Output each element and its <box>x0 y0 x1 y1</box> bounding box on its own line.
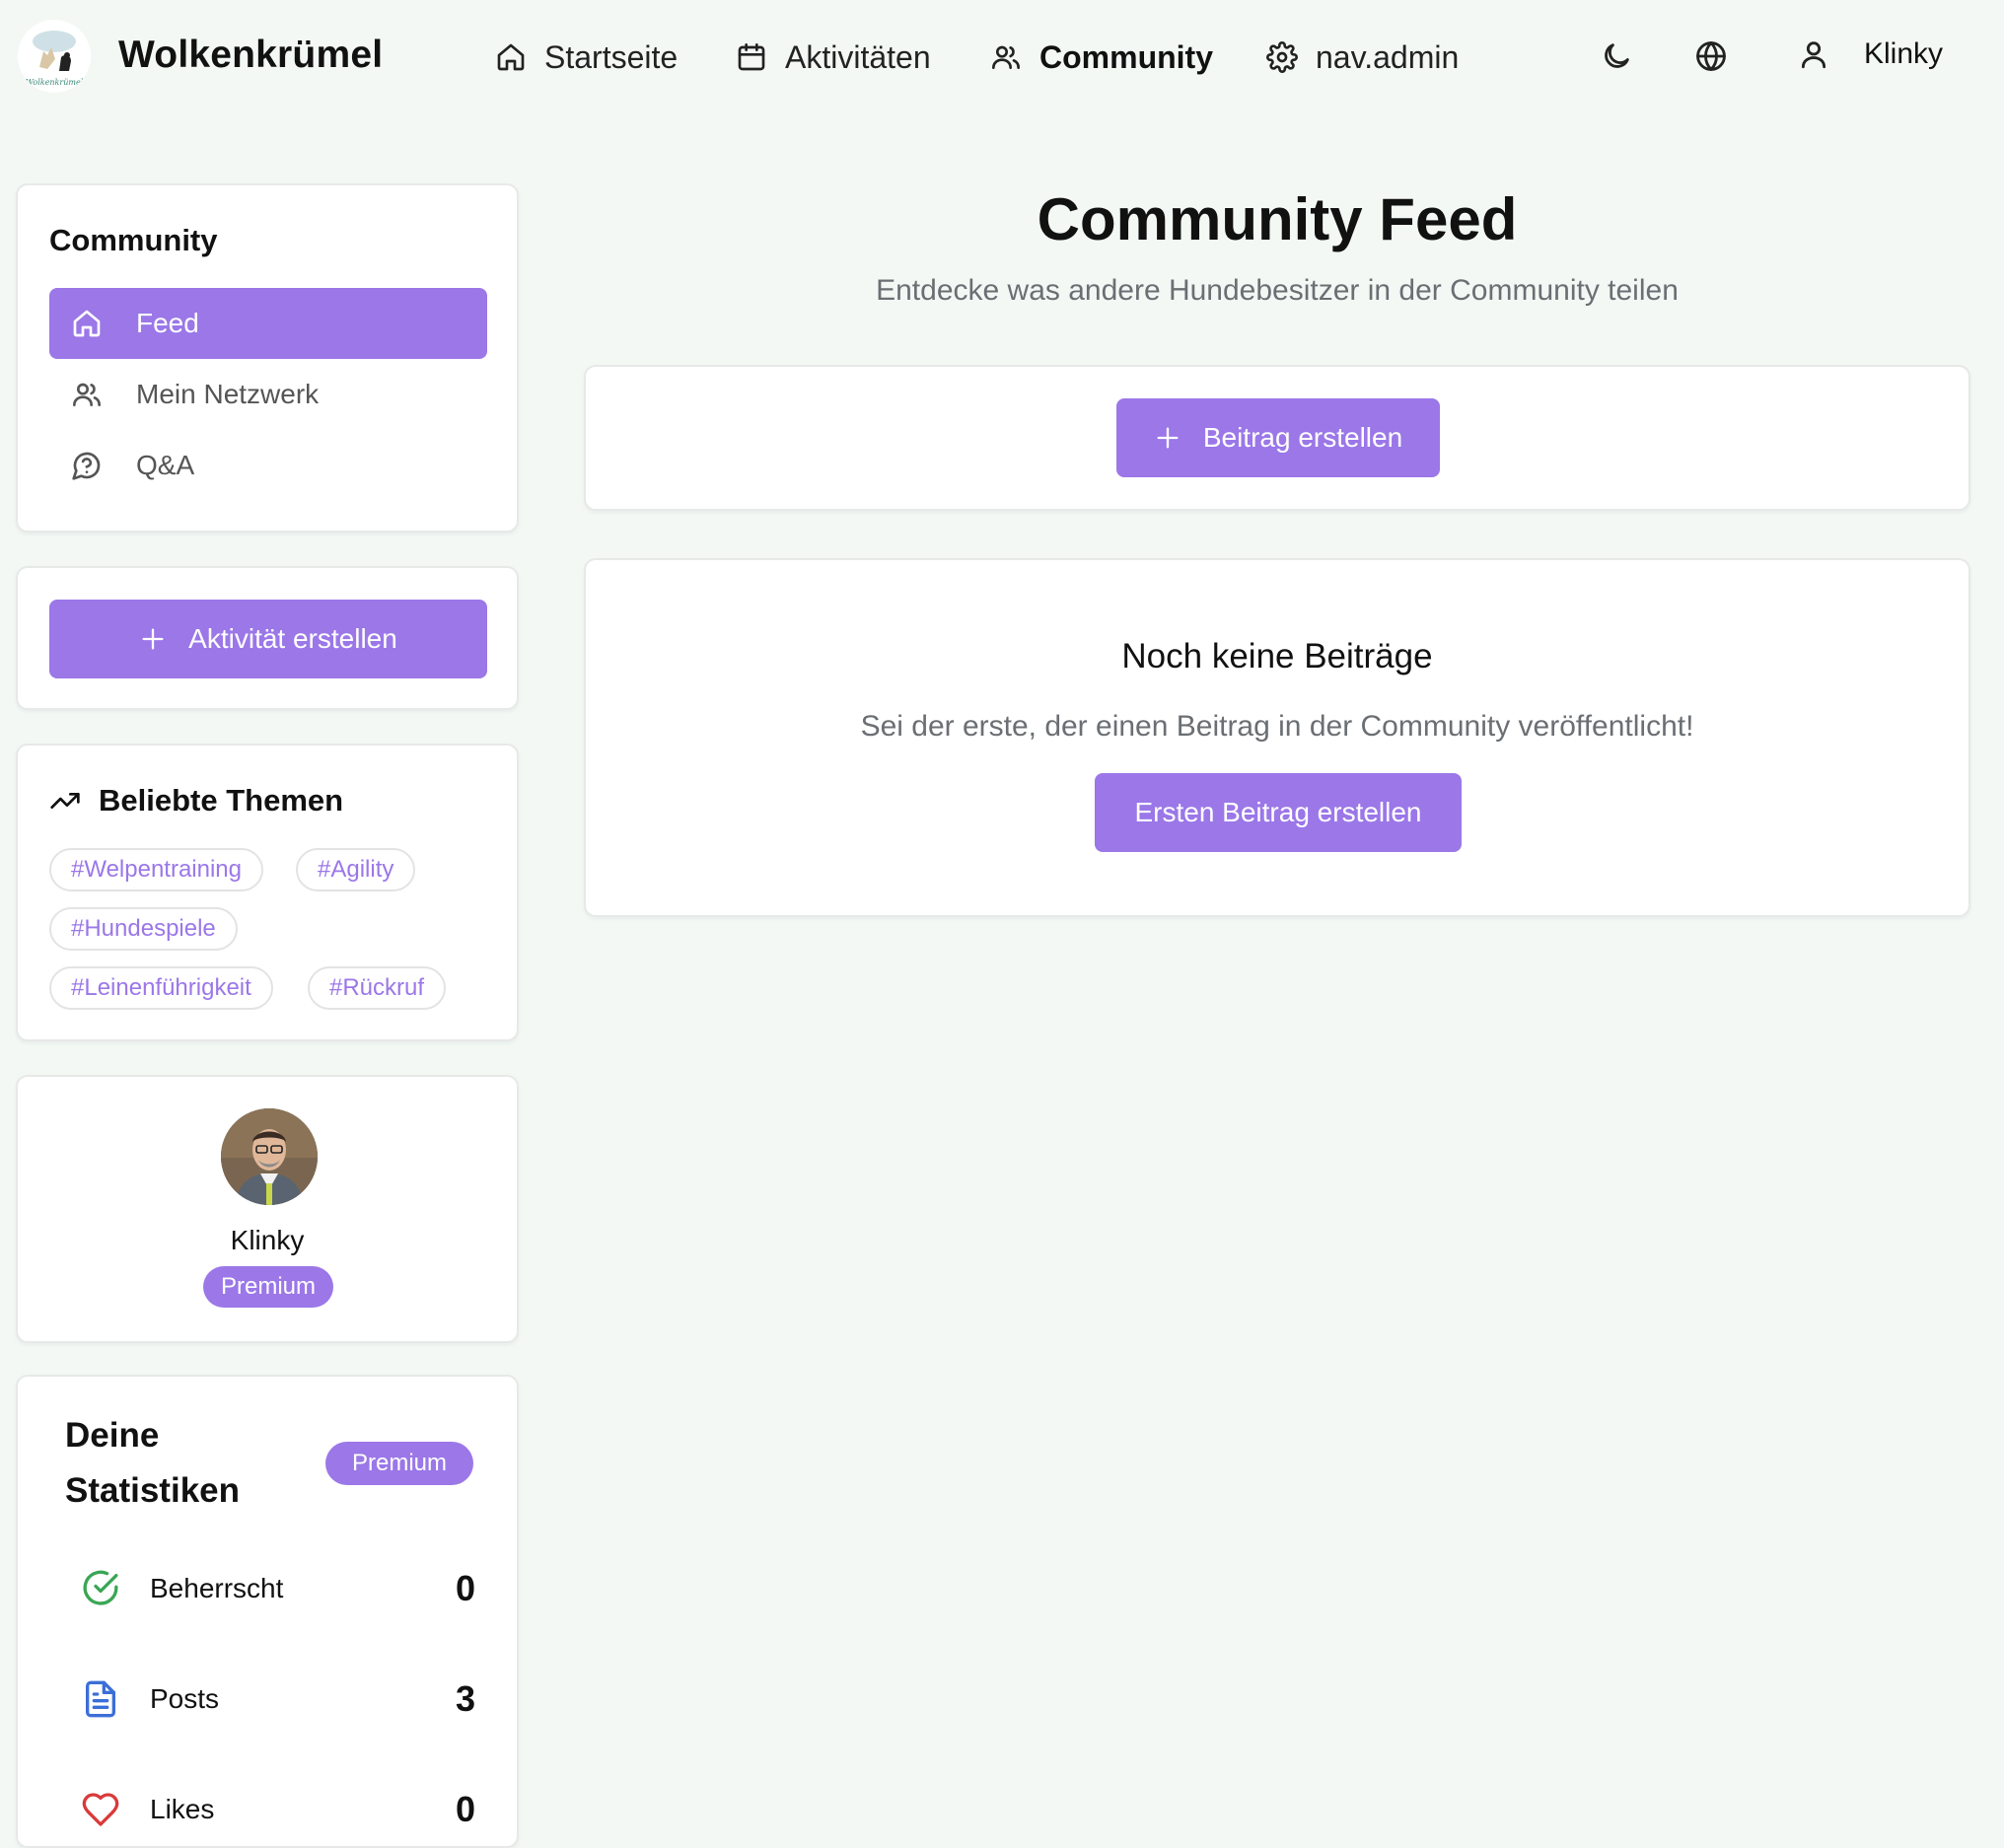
topic-tag[interactable]: #Rückruf <box>308 966 447 1010</box>
stat-label: Posts <box>150 1683 220 1714</box>
community-menu-card: Community Feed Mein Netzwerk Q&A <box>16 183 519 533</box>
stat-value: 3 <box>455 1678 475 1719</box>
sidebar-item-label: Mein Netzwerk <box>136 379 320 409</box>
stat-row-beherrscht: Beherrscht 0 <box>81 1564 475 1613</box>
profile-name: Klinky <box>230 1225 305 1255</box>
logo[interactable]: Wolkenkrümel <box>18 20 91 93</box>
users-icon <box>73 383 101 406</box>
logo-text: Wolkenkrümel <box>26 78 84 87</box>
plus-icon <box>142 628 164 650</box>
users-icon <box>992 45 1020 69</box>
stat-value: 0 <box>455 1568 475 1608</box>
page-subtitle: Entdecke was andere Hundebesitzer in der… <box>876 274 1679 307</box>
avatar-image <box>221 1108 318 1205</box>
user-name: Klinky <box>1864 37 1944 70</box>
top-navigation: Wolkenkrümel Wolkenkrümel Startseite Akt… <box>0 0 2004 116</box>
first-post-label: Ersten Beitrag erstellen <box>1134 797 1422 827</box>
user-icon <box>1801 41 1826 69</box>
premium-badge: Premium <box>203 1266 333 1308</box>
dog-logo-icon: Wolkenkrümel <box>26 31 84 87</box>
empty-state-text: Sei der erste, der einen Beitrag in der … <box>860 710 1694 743</box>
stat-row-likes: Likes 0 <box>81 1785 475 1834</box>
statistics-title-line1: Deine <box>65 1416 160 1455</box>
create-activity-card: Aktivität erstellen <box>16 566 519 710</box>
topic-tag[interactable]: #Welpentraining <box>49 848 264 891</box>
empty-feed-card: Noch keine Beiträge Sei der erste, der e… <box>584 558 1970 917</box>
statistics-title: Deine Statistiken <box>65 1408 240 1519</box>
nav-label: nav.admin <box>1316 38 1460 75</box>
gear-icon <box>1266 41 1298 73</box>
home-icon <box>497 43 525 71</box>
sidebar-item-label: Feed <box>136 308 199 338</box>
message-question-icon <box>72 452 101 480</box>
sidebar-item-label: Q&A <box>136 450 195 480</box>
trending-up-icon <box>50 793 80 809</box>
sidebar-item-mein-netzwerk[interactable]: Mein Netzwerk <box>49 359 487 430</box>
document-icon <box>86 1680 116 1718</box>
avatar[interactable] <box>221 1108 318 1205</box>
stat-value: 0 <box>455 1789 475 1829</box>
moon-icon[interactable] <box>1600 39 1633 73</box>
premium-badge: Premium <box>325 1442 473 1485</box>
nav-label: Aktivitäten <box>785 38 931 75</box>
nav-startseite[interactable]: Startseite <box>495 36 678 79</box>
globe-icon[interactable] <box>1694 39 1728 73</box>
nav-label: Community <box>1039 38 1213 75</box>
check-circle-icon <box>83 1570 118 1605</box>
sidebar-item-feed[interactable]: Feed <box>49 288 487 359</box>
stat-label: Likes <box>150 1794 215 1824</box>
popular-topics-card: Beliebte Themen #Welpentraining #Agility… <box>16 744 519 1041</box>
nav-aktivitaeten[interactable]: Aktivitäten <box>736 36 931 79</box>
topics-title: Beliebte Themen <box>99 783 344 817</box>
create-post-label: Beitrag erstellen <box>1202 422 1403 453</box>
sidebar-item-qa[interactable]: Q&A <box>49 430 487 501</box>
stat-row-posts: Posts 3 <box>81 1674 475 1724</box>
user-menu[interactable]: Klinky <box>1797 37 1943 71</box>
topic-tag[interactable]: #Leinenführigkeit <box>49 966 273 1010</box>
brand-name: Wolkenkrümel <box>118 34 384 76</box>
create-post-button[interactable]: Beitrag erstellen <box>1116 398 1440 477</box>
create-activity-label: Aktivität erstellen <box>188 623 397 654</box>
create-post-card: Beitrag erstellen <box>584 365 1970 511</box>
stat-label: Beherrscht <box>150 1573 284 1603</box>
first-post-button[interactable]: Ersten Beitrag erstellen <box>1095 773 1462 852</box>
create-activity-button[interactable]: Aktivität erstellen <box>49 600 487 678</box>
page-title: Community Feed <box>1037 186 1518 252</box>
empty-state-title: Noch keine Beiträge <box>1121 637 1433 675</box>
calendar-icon <box>738 43 765 71</box>
nav-admin[interactable]: nav.admin <box>1266 36 1459 79</box>
plus-icon <box>1157 427 1179 449</box>
nav-community[interactable]: Community <box>990 36 1213 79</box>
topic-tag[interactable]: #Hundespiele <box>49 907 238 951</box>
topics-header: Beliebte Themen <box>49 783 343 818</box>
heart-icon <box>82 1793 119 1826</box>
statistics-title-line2: Statistiken <box>65 1471 240 1510</box>
statistics-card: Deine Statistiken Premium Beherrscht 0 P… <box>16 1375 519 1848</box>
home-icon <box>73 310 101 337</box>
topic-tag[interactable]: #Agility <box>296 848 416 891</box>
nav-label: Startseite <box>544 38 679 75</box>
community-menu-title: Community <box>49 223 218 257</box>
profile-card: Klinky Premium <box>16 1075 519 1343</box>
